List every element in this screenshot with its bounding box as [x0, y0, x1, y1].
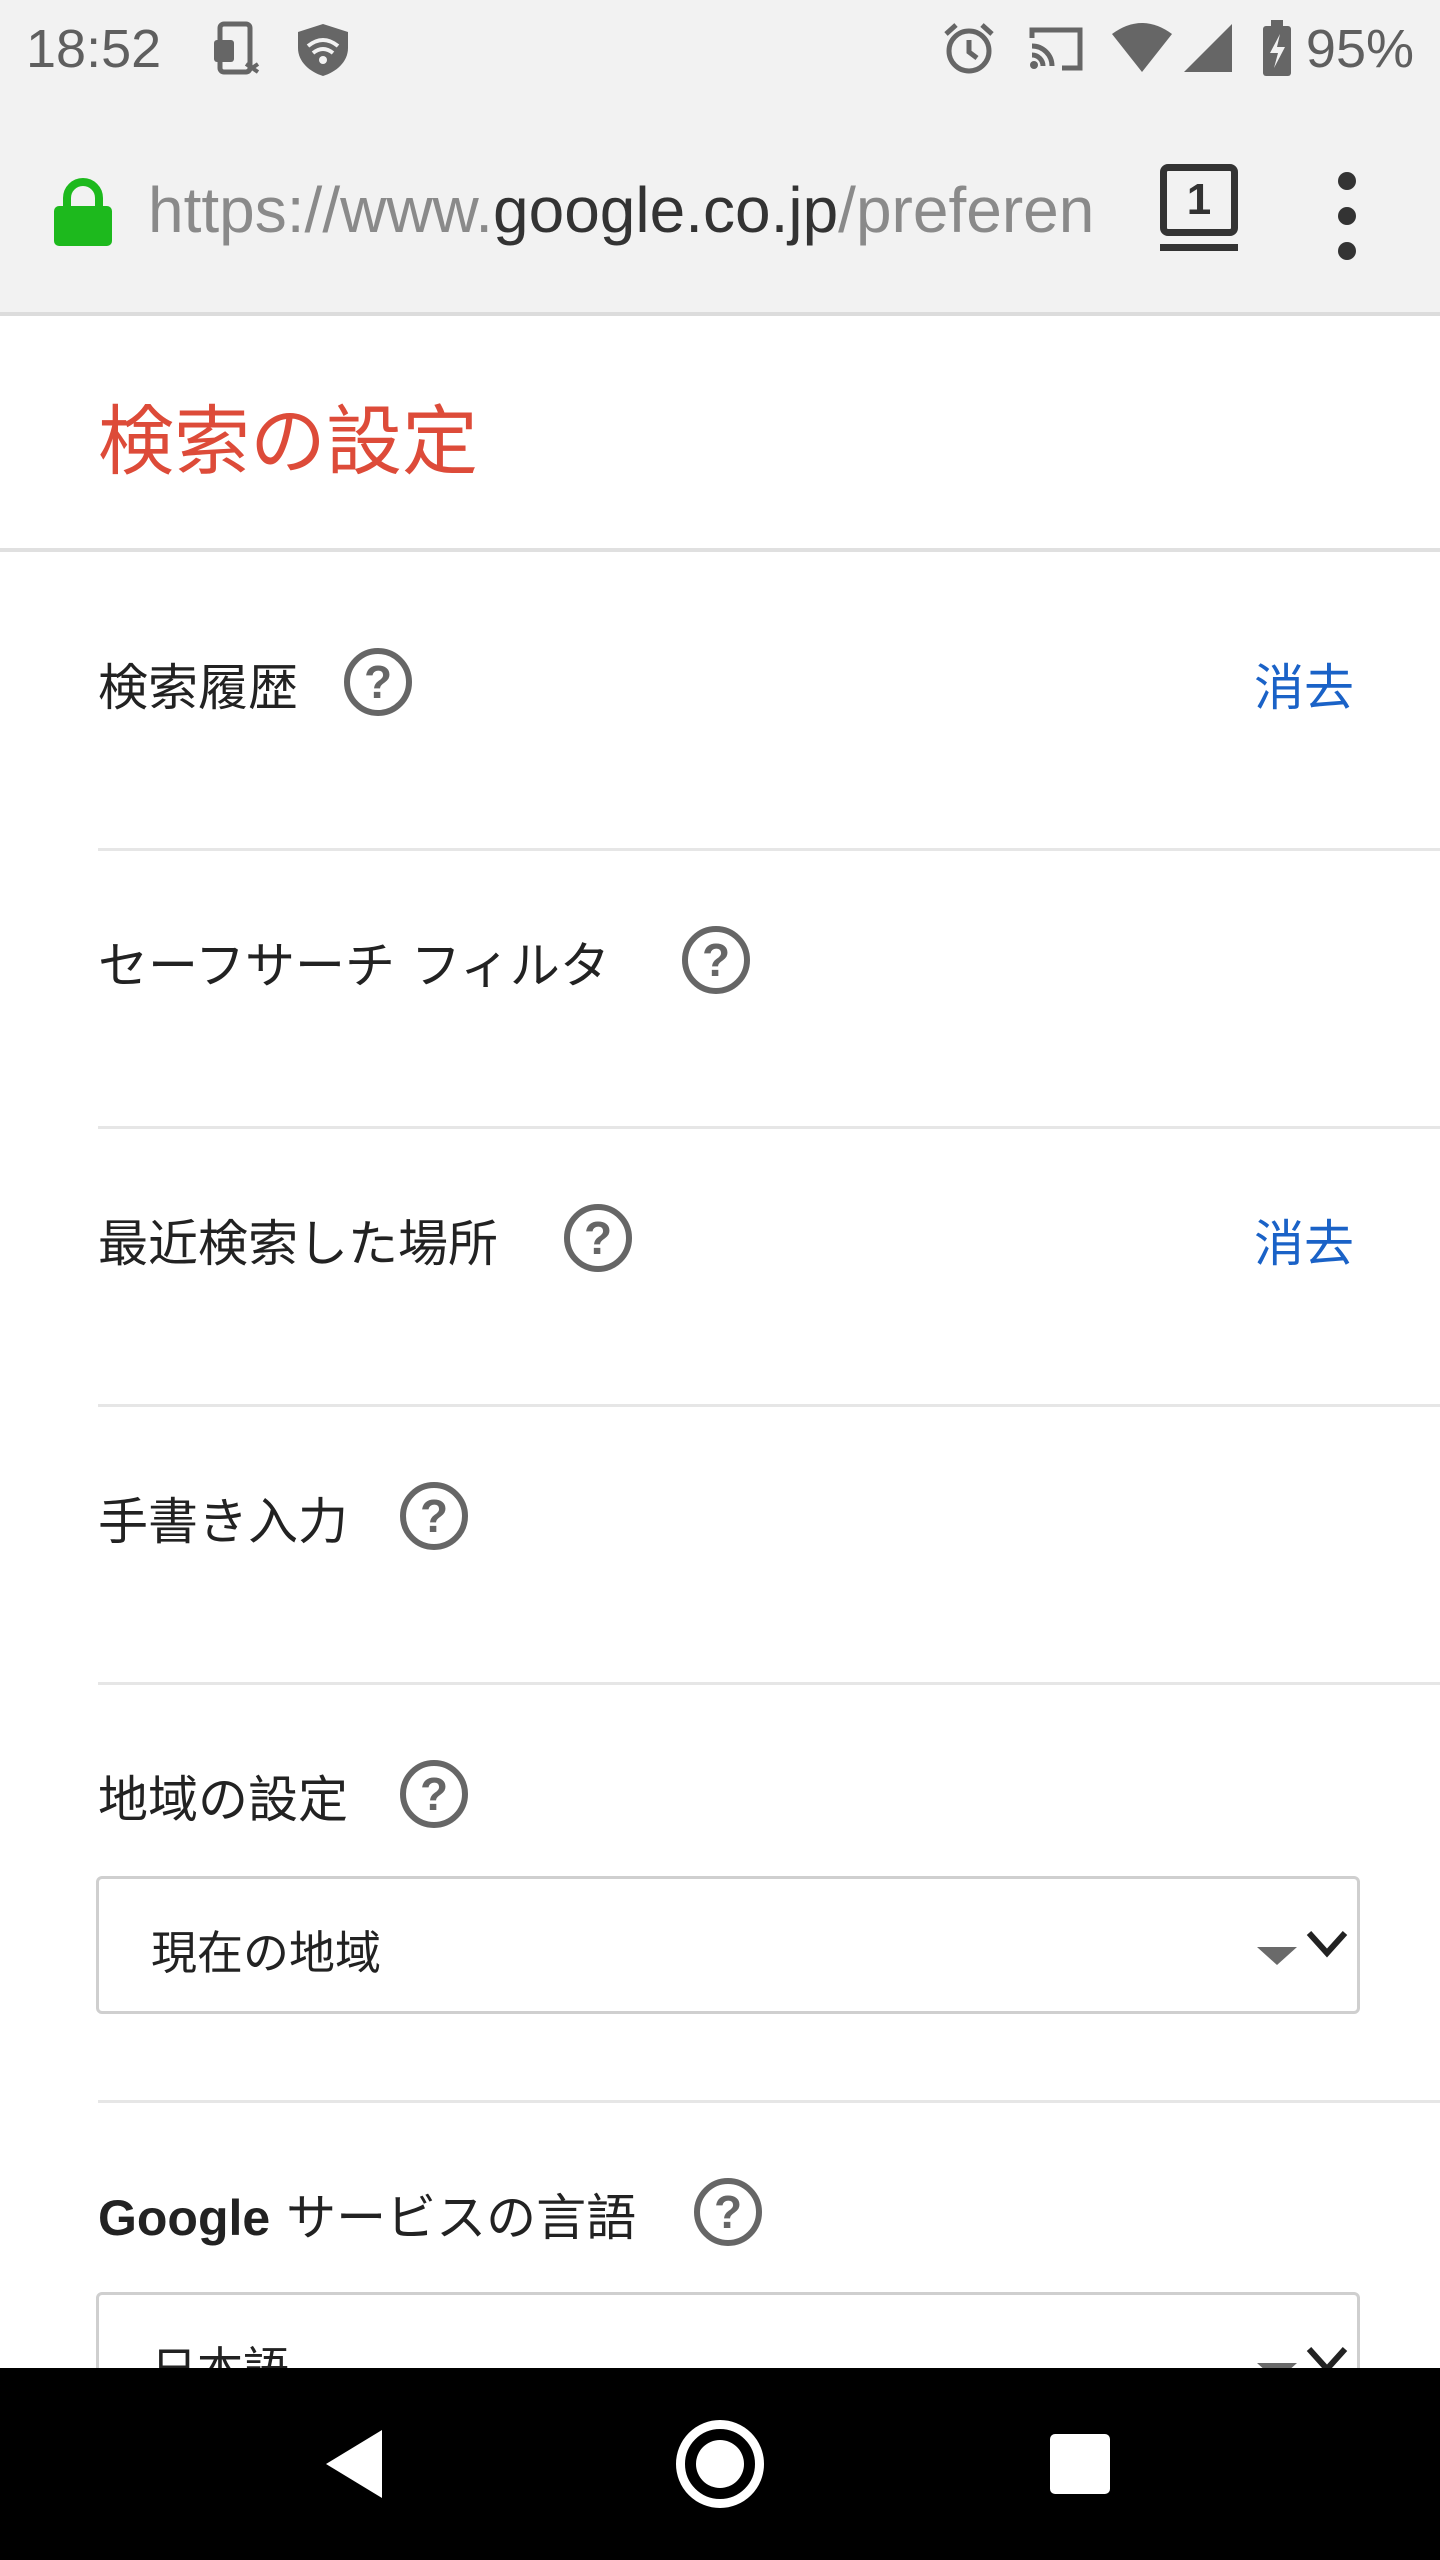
- search-history-label: 検索履歴: [98, 659, 298, 717]
- url-host: google.co.jp: [493, 174, 839, 246]
- alarm-icon: [944, 23, 994, 74]
- home-icon[interactable]: [676, 2420, 764, 2508]
- vpn-shield-icon: [298, 24, 348, 76]
- service-language-help-icon[interactable]: ?: [694, 2178, 762, 2246]
- row-divider: [98, 1126, 1440, 1129]
- service-language-label: Google サービスの言語: [98, 2178, 636, 2250]
- safesearch-label: セーフサーチ フィルタ: [98, 937, 610, 995]
- recent-places-help-icon[interactable]: ?: [564, 1204, 632, 1272]
- url-scheme: https://www.: [148, 174, 493, 246]
- row-divider: [98, 848, 1440, 851]
- screen-share-icon: [214, 21, 260, 75]
- recents-icon[interactable]: [1050, 2434, 1110, 2494]
- url-path: /preferen: [838, 174, 1095, 246]
- region-select[interactable]: 現在の地域: [96, 1876, 1360, 2014]
- service-language-label-text: サービスの言語: [270, 2189, 637, 2247]
- battery-charging-icon: [1263, 20, 1291, 76]
- row-divider: [98, 2100, 1440, 2103]
- tab-switcher-button[interactable]: 1: [1160, 164, 1238, 236]
- wifi-icon: [1112, 23, 1172, 72]
- status-time: 18:52: [26, 19, 162, 79]
- search-history-clear-link[interactable]: 消去: [1254, 648, 1354, 720]
- recent-places-label: 最近検索した場所: [98, 1215, 498, 1273]
- battery-percent: 95%: [1305, 19, 1414, 79]
- row-divider: [98, 1682, 1440, 1685]
- chevron-down-icon: [1306, 1930, 1348, 1958]
- handwriting-label: 手書き入力: [98, 1493, 348, 1551]
- back-icon[interactable]: [322, 2426, 386, 2502]
- handwriting-help-icon[interactable]: ?: [400, 1482, 468, 1550]
- status-bar: 18:52 95%: [0, 0, 1440, 100]
- title-divider: [0, 548, 1440, 552]
- row-divider: [98, 1404, 1440, 1407]
- recent-places-clear-link[interactable]: 消去: [1254, 1204, 1354, 1276]
- search-history-help-icon[interactable]: ?: [344, 648, 412, 716]
- signal-icon: [1184, 24, 1232, 72]
- browser-toolbar: https://www.google.co.jp/preferen 1: [0, 100, 1440, 316]
- system-nav-bar: [0, 2368, 1440, 2560]
- lock-icon: [54, 178, 112, 246]
- service-language-label-prefix: Google: [98, 2190, 271, 2246]
- safesearch-help-icon[interactable]: ?: [682, 926, 750, 994]
- page-title: 検索の設定: [98, 397, 478, 486]
- tab-switcher-underline: [1160, 244, 1238, 251]
- overflow-menu-icon[interactable]: [1338, 172, 1356, 277]
- region-select-value: 現在の地域: [151, 1926, 381, 1980]
- dropdown-caret-icon: [1257, 1947, 1297, 1965]
- region-settings-label: 地域の設定: [98, 1771, 348, 1829]
- region-help-icon[interactable]: ?: [400, 1760, 468, 1828]
- cast-icon: [1029, 27, 1083, 71]
- url-field[interactable]: https://www.google.co.jp/preferen: [148, 170, 1108, 250]
